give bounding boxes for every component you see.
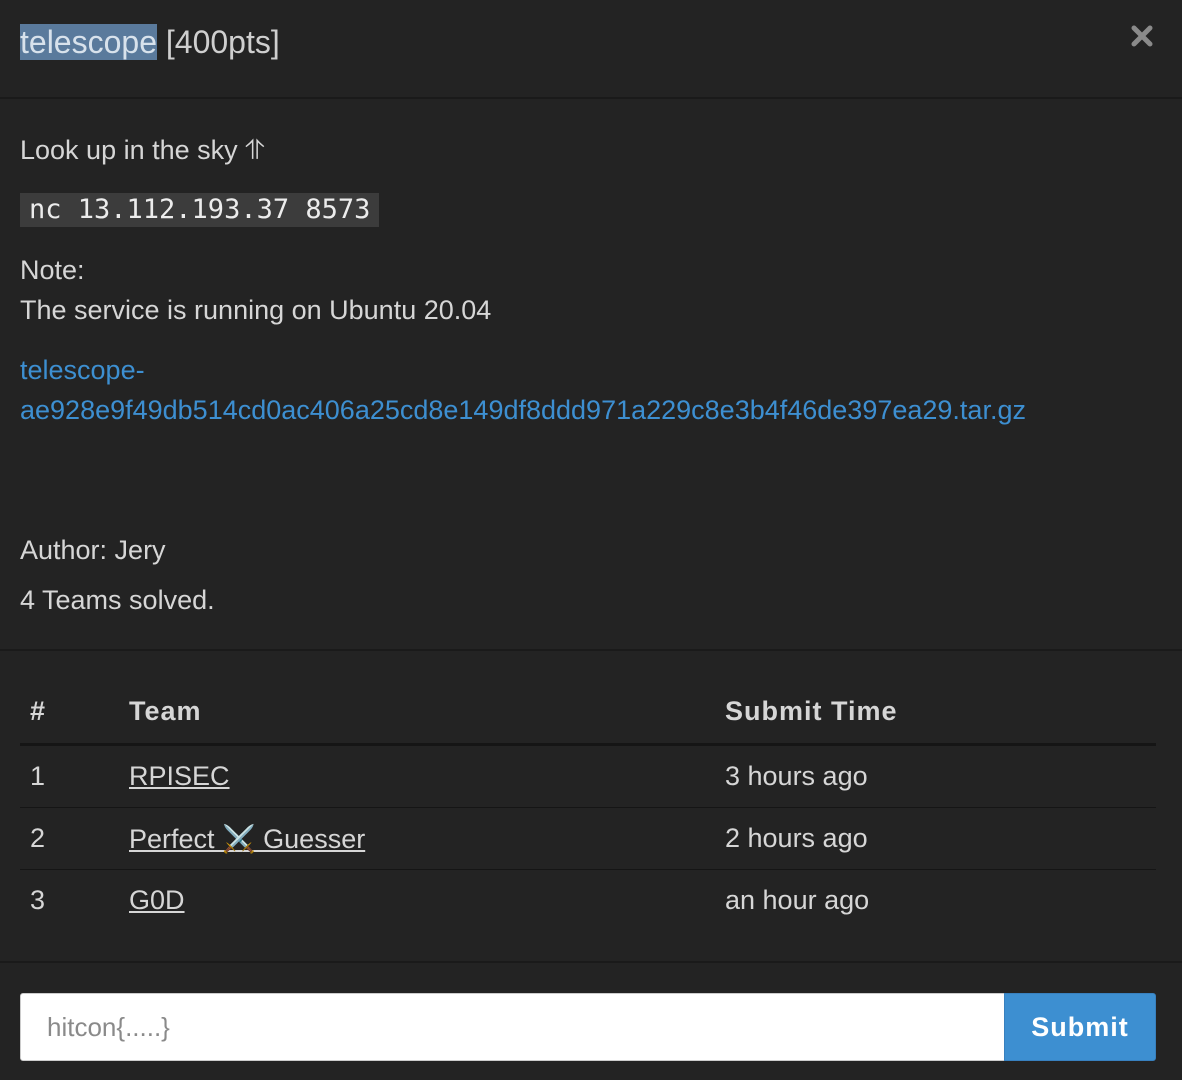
- header-team: Team: [129, 679, 725, 746]
- row-rank: 2: [20, 807, 129, 870]
- header-submit-time: Submit Time: [725, 679, 1156, 746]
- connection-command: nc 13.112.193.37 8573: [20, 193, 380, 227]
- row-time: 2 hours ago: [725, 807, 1156, 870]
- note-text: The service is running on Ubuntu 20.04: [20, 295, 492, 325]
- team-link[interactable]: G0D: [129, 885, 185, 915]
- challenge-title: telescope [400pts]: [20, 20, 280, 64]
- team-link[interactable]: Perfect ⚔️ Guesser: [129, 824, 365, 854]
- solves-table: # Team Submit Time 1 RPISEC 3 hours ago …: [20, 679, 1156, 931]
- attachment-link[interactable]: telescope- ae928e9f49db514cd0ac406a25cd8…: [20, 350, 1120, 430]
- flag-submit-form: Submit: [0, 961, 1182, 1080]
- row-rank: 3: [30, 885, 46, 915]
- solved-count: 4 Teams solved.: [20, 585, 215, 615]
- row-time: 3 hours ago: [725, 744, 1156, 808]
- challenge-points: [400pts]: [165, 24, 280, 60]
- row-time: an hour ago: [725, 885, 870, 915]
- row-rank: 1: [20, 744, 129, 808]
- table-row: 2 Perfect ⚔️ Guesser 2 hours ago: [20, 807, 1156, 870]
- attachment-link-line1: telescope-: [20, 355, 145, 385]
- challenge-name: telescope: [20, 24, 157, 60]
- flag-input[interactable]: [20, 993, 1005, 1061]
- close-icon: [1131, 25, 1153, 47]
- note-label: Note:: [20, 255, 85, 285]
- table-row: 3 G0D an hour ago: [20, 870, 1156, 932]
- solves-section: # Team Submit Time 1 RPISEC 3 hours ago …: [20, 651, 1156, 931]
- table-row: 1 RPISEC 3 hours ago: [20, 744, 1156, 808]
- description-text: Look up in the sky ⥣: [20, 135, 265, 165]
- modal-header: telescope [400pts]: [0, 0, 1182, 99]
- author-text: Author: Jery: [20, 535, 166, 565]
- table-header-row: # Team Submit Time: [20, 679, 1156, 746]
- attachment-link-line2: ae928e9f49db514cd0ac406a25cd8e149df8ddd9…: [20, 395, 1026, 425]
- submit-button[interactable]: Submit: [1004, 993, 1156, 1061]
- close-button[interactable]: [1124, 18, 1160, 54]
- challenge-description: Look up in the sky ⥣ nc 13.112.193.37 85…: [0, 99, 1182, 651]
- team-link[interactable]: RPISEC: [129, 761, 230, 791]
- header-rank: #: [20, 679, 129, 746]
